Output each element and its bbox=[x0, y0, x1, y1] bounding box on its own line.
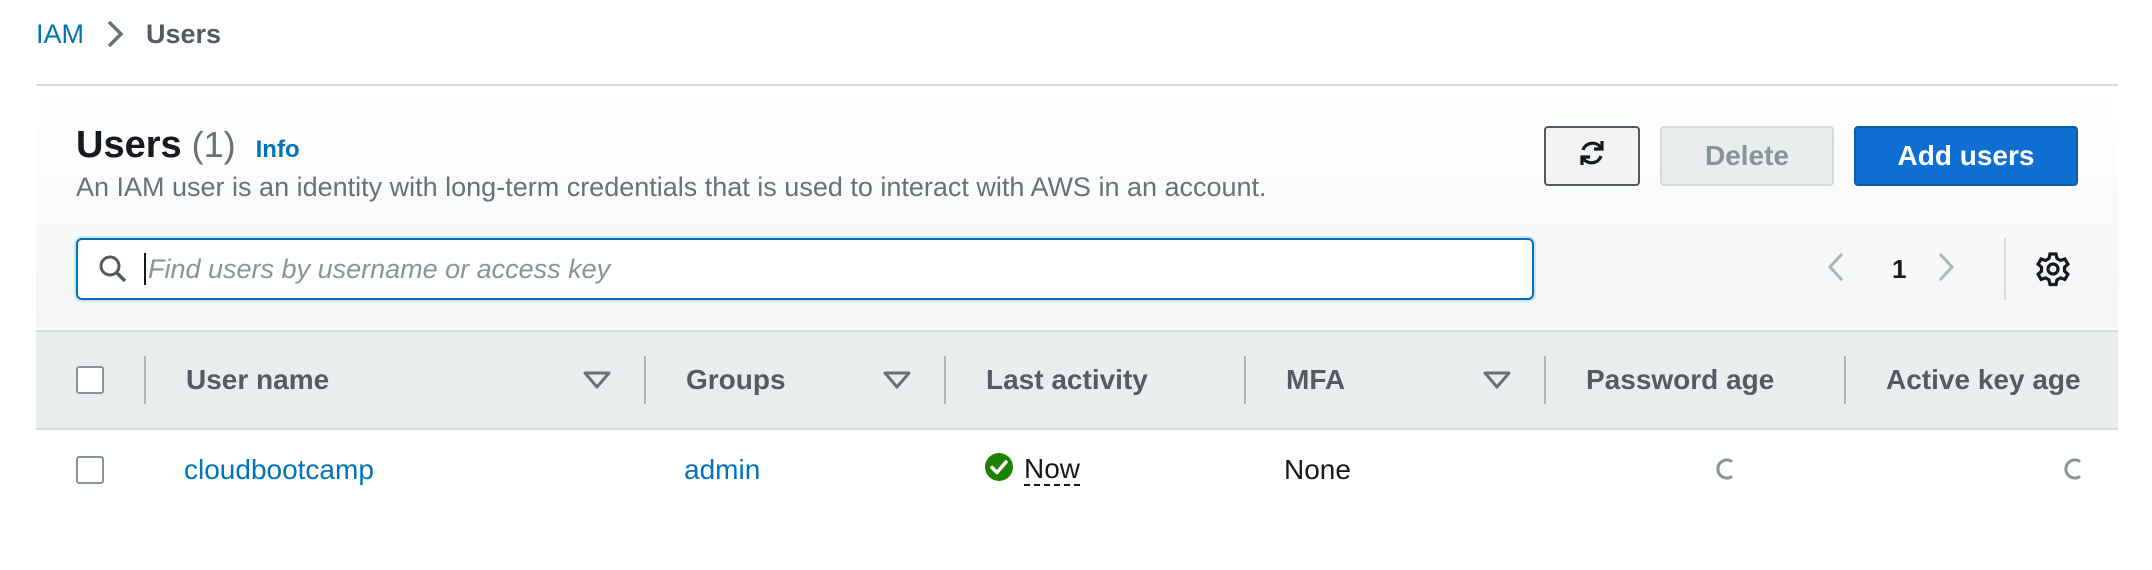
user-count: (1) bbox=[191, 124, 236, 165]
column-divider bbox=[1844, 356, 1846, 404]
last-activity-status: Now bbox=[984, 452, 1081, 489]
mfa-value: None bbox=[1284, 454, 1351, 485]
search-icon bbox=[96, 252, 130, 286]
search-input[interactable] bbox=[144, 253, 1532, 285]
info-link[interactable]: Info bbox=[256, 136, 300, 164]
table-settings-button[interactable] bbox=[2034, 250, 2072, 288]
column-divider bbox=[644, 356, 646, 404]
column-divider bbox=[1244, 356, 1246, 404]
user-name-link[interactable]: cloudbootcamp bbox=[184, 432, 374, 508]
delete-button[interactable]: Delete bbox=[1660, 126, 1834, 186]
column-divider bbox=[1544, 356, 1546, 404]
sort-triangle-icon[interactable] bbox=[882, 370, 912, 390]
refresh-icon bbox=[1577, 138, 1607, 175]
refresh-button[interactable] bbox=[1544, 126, 1640, 186]
table-header: User name Groups Last activity MFA Passw… bbox=[36, 330, 2118, 430]
users-table-container: Users (1) Info An IAM user is an identit… bbox=[36, 84, 2118, 508]
sort-triangle-icon[interactable] bbox=[582, 370, 612, 390]
page-title: Users bbox=[76, 124, 182, 166]
last-activity-cell: Now bbox=[984, 432, 1081, 508]
column-divider bbox=[944, 356, 946, 404]
title-row: Users (1) Info bbox=[76, 124, 300, 167]
current-page-number[interactable]: 1 bbox=[1892, 238, 1906, 300]
loading-spinner-icon bbox=[2064, 458, 2086, 480]
previous-page-button[interactable] bbox=[1826, 238, 1860, 300]
column-header-groups[interactable]: Groups bbox=[686, 332, 786, 428]
pager-divider bbox=[2004, 238, 2006, 300]
column-header-user-name[interactable]: User name bbox=[186, 332, 329, 428]
column-header-last-activity[interactable]: Last activity bbox=[986, 332, 1148, 428]
breadcrumb-current: Users bbox=[146, 18, 222, 49]
add-users-button[interactable]: Add users bbox=[1854, 126, 2078, 186]
search-box[interactable] bbox=[76, 238, 1534, 300]
next-page-button[interactable] bbox=[1936, 238, 1970, 300]
chevron-right-icon bbox=[106, 20, 124, 48]
last-activity-value[interactable]: Now bbox=[1024, 454, 1081, 486]
column-divider bbox=[144, 356, 146, 404]
chevron-right-icon bbox=[1936, 251, 1956, 288]
sort-triangle-icon[interactable] bbox=[1482, 370, 1512, 390]
success-check-icon bbox=[984, 452, 1014, 489]
gear-icon bbox=[2034, 252, 2072, 292]
table-row: cloudbootcamp admin Now None bbox=[36, 432, 2118, 508]
chevron-left-icon bbox=[1826, 251, 1846, 288]
page-description: An IAM user is an identity with long-ter… bbox=[76, 172, 1267, 202]
breadcrumb: IAM Users bbox=[36, 14, 221, 54]
column-header-mfa[interactable]: MFA bbox=[1286, 332, 1345, 428]
select-all-checkbox[interactable] bbox=[76, 366, 104, 394]
group-link[interactable]: admin bbox=[684, 432, 760, 508]
breadcrumb-iam-link[interactable]: IAM bbox=[36, 19, 84, 50]
column-header-password-age[interactable]: Password age bbox=[1586, 332, 1774, 428]
loading-spinner-icon bbox=[1716, 458, 1738, 480]
column-header-active-key-age[interactable]: Active key age bbox=[1886, 332, 2081, 428]
row-select-checkbox[interactable] bbox=[76, 456, 104, 484]
